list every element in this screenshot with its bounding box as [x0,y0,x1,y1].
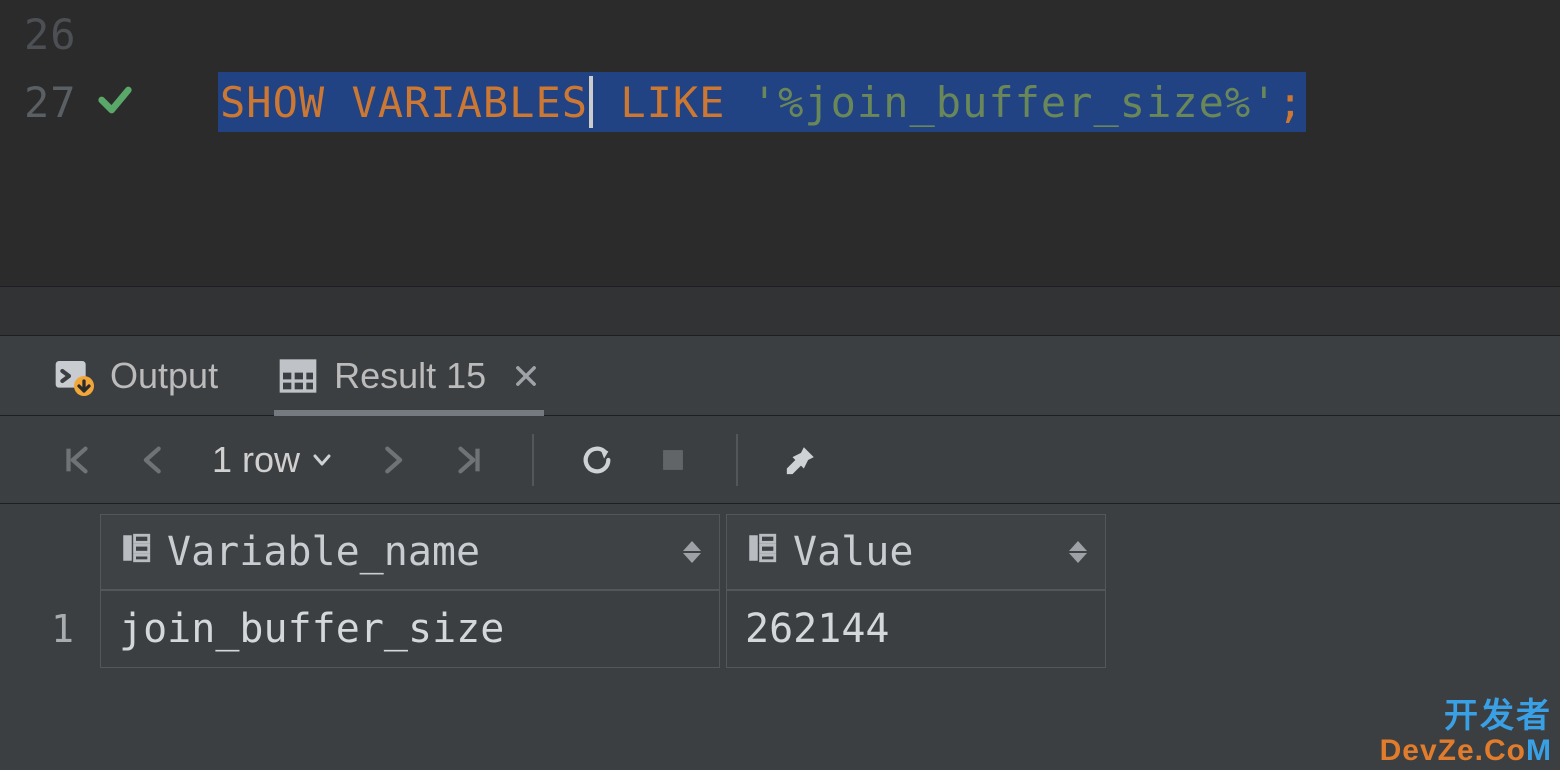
checkmark-icon [95,80,135,125]
code-line-prev: 26 [0,0,1560,68]
line-number: 27 [24,78,77,127]
sql-keyword: VARIABLES [351,78,588,127]
row-index: 1 [0,590,100,668]
gutter: 27 [0,78,200,127]
toolbar-divider [532,434,534,486]
tab-label: Result 15 [334,355,486,397]
cell-variable-name[interactable]: join_buffer_size [100,590,720,668]
code-area[interactable] [200,0,1560,68]
prev-page-button[interactable] [130,437,176,483]
row-count-label: 1 row [212,439,300,481]
result-grid: Variable_name Value 1 join_buffer_size 2… [0,504,1560,770]
sql-keyword [594,78,620,127]
row-header-blank [0,514,100,590]
next-page-button[interactable] [370,437,416,483]
column-icon [119,529,153,575]
table-icon [278,356,318,396]
result-tabs: Output Result 15 [0,336,1560,416]
sql-keyword: LIKE [620,78,725,127]
sql-keyword [325,78,351,127]
toolbar-divider [736,434,738,486]
first-page-button[interactable] [54,437,100,483]
panel-separator[interactable] [0,286,1560,336]
gutter: 26 [0,10,200,59]
line-number: 26 [24,10,77,59]
sql-editor[interactable]: 26 27 SHOW VARIABLES LIKE [0,0,1560,286]
pin-button[interactable] [778,437,824,483]
column-header[interactable]: Variable_name [100,514,720,590]
last-page-button[interactable] [446,437,492,483]
sort-icon[interactable] [683,541,701,563]
tab-label: Output [110,355,218,397]
column-label: Value [793,529,913,575]
close-icon[interactable] [512,362,540,390]
sql-space [725,78,751,127]
sort-icon[interactable] [1069,541,1087,563]
cell-value[interactable]: 262144 [726,590,1106,668]
table-header-row: Variable_name Value [0,514,1560,590]
tab-output[interactable]: Output [54,336,218,415]
row-count-dropdown[interactable]: 1 row [212,439,334,481]
text-caret [589,76,593,128]
sql-keyword: SHOW [220,78,325,127]
code-line: 27 SHOW VARIABLES LIKE '%join_buffer_siz… [0,68,1560,136]
output-icon [54,356,94,396]
result-toolbar: 1 row [0,416,1560,504]
tab-result[interactable]: Result 15 [278,336,540,415]
column-icon [745,529,779,575]
stop-button[interactable] [650,437,696,483]
refresh-button[interactable] [574,437,620,483]
sql-semicolon: ; [1278,78,1304,127]
column-label: Variable_name [167,529,480,575]
code-area[interactable]: SHOW VARIABLES LIKE '%join_buffer_size%'… [200,68,1560,136]
chevron-down-icon [310,448,334,472]
column-header[interactable]: Value [726,514,1106,590]
table-row[interactable]: 1 join_buffer_size 262144 [0,590,1560,668]
sql-string: '%join_buffer_size%' [752,78,1278,127]
